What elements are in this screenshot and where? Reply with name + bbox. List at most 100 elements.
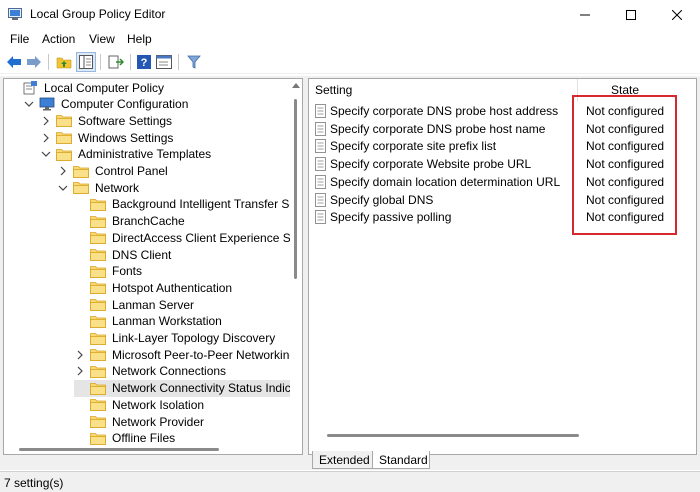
tree-item[interactable]: Computer Configuration xyxy=(23,96,190,113)
tree-scroll-thumb[interactable] xyxy=(294,99,297,279)
tree-item-label: Microsoft Peer-to-Peer Networking Ser xyxy=(112,347,303,362)
tree-item-label: Computer Configuration xyxy=(61,97,189,112)
chevron-right-icon[interactable] xyxy=(40,112,52,129)
chevron-right-icon[interactable] xyxy=(57,163,69,180)
menu-view[interactable]: View xyxy=(89,32,115,46)
column-header-setting[interactable]: Setting xyxy=(315,79,352,101)
list-horizontal-scrollbar[interactable] xyxy=(309,432,696,440)
chevron-right-icon[interactable] xyxy=(74,346,86,363)
tree-item-label: Fonts xyxy=(112,264,143,279)
chevron-down-icon[interactable] xyxy=(57,179,69,196)
tree-item[interactable]: Fonts xyxy=(74,263,144,280)
tree-item-label: Hotspot Authentication xyxy=(112,280,233,295)
folder-icon xyxy=(73,164,89,178)
folder-icon xyxy=(90,264,106,278)
folder-icon xyxy=(90,331,106,345)
tree-item-label: Network Connections xyxy=(112,364,227,379)
export-list-icon[interactable] xyxy=(106,52,126,72)
tree-item-label: Offline Files xyxy=(112,431,176,446)
tree-item-label: Control Panel xyxy=(95,164,168,178)
chevron-right-icon[interactable] xyxy=(74,363,86,380)
policy-setting-icon xyxy=(315,121,326,136)
policy-setting-name: Specify corporate Website probe URL xyxy=(330,157,532,172)
properties-icon[interactable] xyxy=(154,52,174,72)
tree-item[interactable]: Windows Settings xyxy=(40,129,175,146)
tree-item[interactable]: Background Intelligent Transfer Service xyxy=(74,196,302,213)
main-area: Local Computer Policy Computer Configurat… xyxy=(0,76,700,470)
tree-vertical-scrollbar[interactable] xyxy=(290,79,302,454)
tree-item[interactable]: Network Connections xyxy=(74,363,228,380)
tree-item[interactable]: BranchCache xyxy=(74,213,187,230)
menu-file[interactable]: File xyxy=(10,32,29,46)
tree-item[interactable]: Local Computer Policy xyxy=(6,79,166,96)
folder-icon xyxy=(90,298,106,312)
up-folder-icon[interactable] xyxy=(54,52,74,72)
tree-horizontal-scrollbar[interactable] xyxy=(4,446,292,454)
folder-icon xyxy=(90,415,106,429)
tree-item-label: Lanman Workstation xyxy=(112,314,222,329)
policy-setting-name: Specify domain location determination UR… xyxy=(330,174,561,189)
tree-item[interactable]: Administrative Templates xyxy=(40,146,213,163)
back-arrow-icon[interactable] xyxy=(4,52,24,72)
tree-item[interactable]: Lanman Server xyxy=(74,296,196,313)
tree-item[interactable]: Network Provider xyxy=(74,413,206,430)
filter-icon[interactable] xyxy=(184,52,204,72)
tab-standard[interactable]: Standard xyxy=(372,451,430,469)
settings-list[interactable]: Setting State Specify corporate DNS prob… xyxy=(308,78,697,455)
list-hscroll-thumb[interactable] xyxy=(327,434,579,437)
status-bar: 7 setting(s) xyxy=(0,471,700,492)
policy-setting-name: Specify corporate DNS probe host name xyxy=(330,121,546,136)
minimize-button[interactable] xyxy=(562,0,608,29)
tree-hscroll-thumb[interactable] xyxy=(19,448,219,451)
policy-setting-icon xyxy=(315,157,326,171)
forward-arrow-icon[interactable] xyxy=(24,52,44,72)
menu-action[interactable]: Action xyxy=(42,32,75,46)
tree-item-label: BranchCache xyxy=(112,214,185,229)
console-tree[interactable]: Local Computer Policy Computer Configurat… xyxy=(3,78,303,455)
tree-item[interactable]: Network xyxy=(57,179,141,196)
tab-extended[interactable]: Extended xyxy=(312,451,374,469)
tree-item[interactable]: Lanman Workstation xyxy=(74,313,224,330)
tree-item[interactable]: Link-Layer Topology Discovery xyxy=(74,330,277,347)
tree-item[interactable]: Microsoft Peer-to-Peer Networking Ser xyxy=(74,346,303,363)
tree-item[interactable]: Hotspot Authentication xyxy=(74,279,234,296)
chevron-right-icon[interactable] xyxy=(40,129,52,146)
folder-icon xyxy=(90,364,106,378)
tree-item-label: Local Computer Policy xyxy=(44,80,165,95)
tree-item[interactable]: DirectAccess Client Experience Settings xyxy=(74,229,302,246)
close-button[interactable] xyxy=(654,0,700,29)
policy-setting-icon xyxy=(315,139,326,154)
maximize-button[interactable] xyxy=(608,0,654,29)
folder-icon xyxy=(56,114,72,128)
folder-icon xyxy=(90,348,106,362)
policy-setting-name: Specify passive polling xyxy=(330,210,452,225)
computer-policy-icon xyxy=(22,80,38,95)
tree-item-label: Link-Layer Topology Discovery xyxy=(112,331,276,345)
folder-icon xyxy=(56,131,72,145)
tree-item-label: Network Isolation xyxy=(112,397,205,412)
policy-setting-name: Specify global DNS xyxy=(330,192,434,207)
computer-icon xyxy=(39,97,55,111)
tree-item[interactable]: Control Panel xyxy=(57,163,170,180)
folder-icon xyxy=(90,381,106,395)
chevron-down-icon[interactable] xyxy=(23,96,35,113)
menu-help[interactable]: Help xyxy=(127,32,152,46)
show-hide-tree-icon[interactable] xyxy=(76,52,96,72)
tree-item[interactable]: Offline Files xyxy=(74,430,177,447)
chevron-down-icon[interactable] xyxy=(40,146,52,163)
tree-item[interactable]: Network Connectivity Status Indicator xyxy=(74,379,302,397)
folder-icon xyxy=(90,231,106,245)
policy-setting-icon xyxy=(315,174,326,189)
tree-item[interactable]: Network Isolation xyxy=(74,396,206,413)
tree-item[interactable]: DNS Client xyxy=(74,246,173,263)
help-icon[interactable]: ? xyxy=(134,52,154,72)
tree-item-label: Lanman Server xyxy=(112,297,195,312)
tree-item[interactable]: Software Settings xyxy=(40,112,174,129)
